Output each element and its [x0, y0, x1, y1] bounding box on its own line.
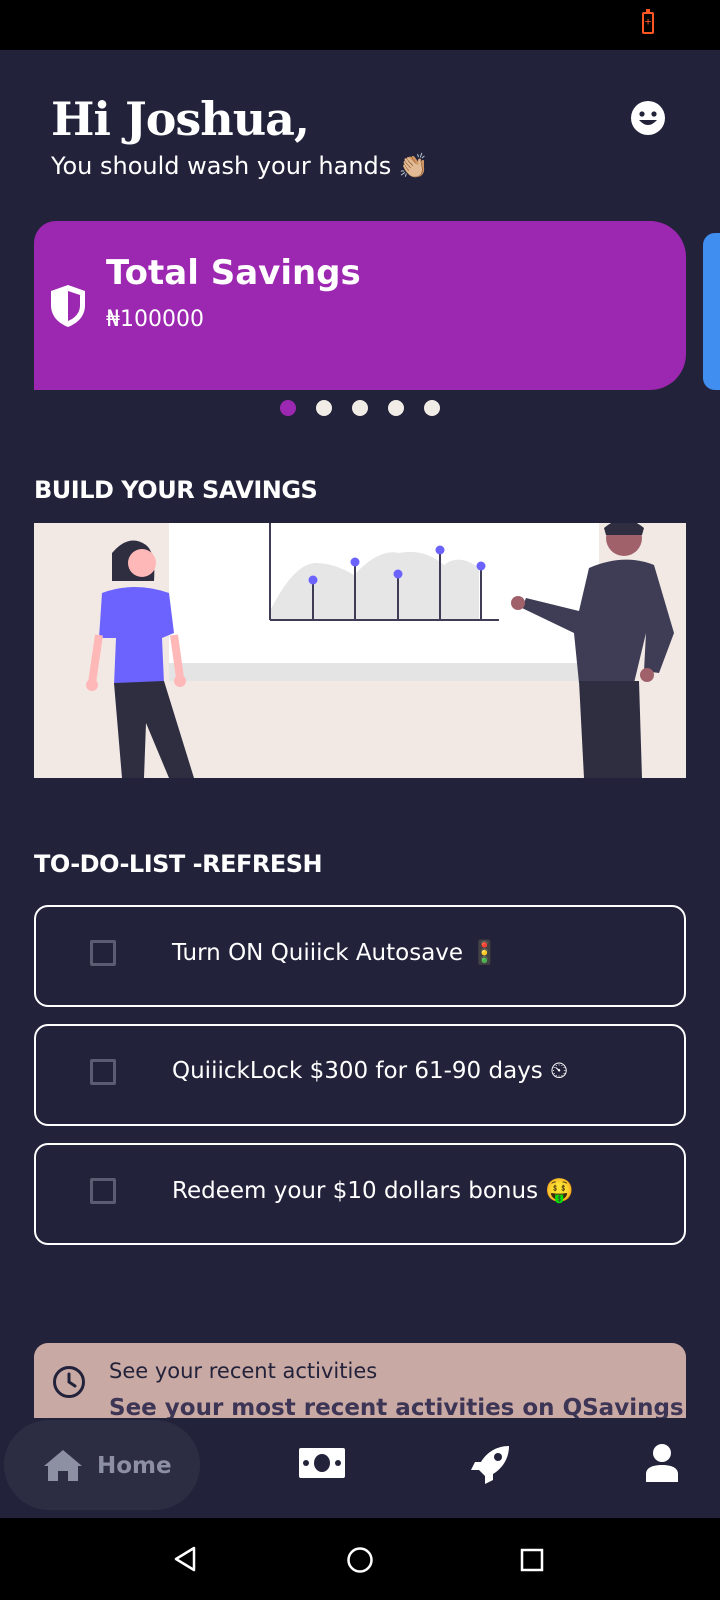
- todo-label: Redeem your $10 dollars bonus 🤑: [172, 1178, 575, 1204]
- next-savings-card[interactable]: [703, 233, 720, 390]
- savings-amount: ₦100000: [106, 307, 204, 332]
- shield-icon: [51, 285, 85, 327]
- todo-heading: TO-DO-LIST -REFRESH: [34, 850, 323, 878]
- nav-home-label: Home: [97, 1453, 172, 1479]
- checkbox[interactable]: [90, 940, 116, 966]
- activity-subtitle: See your most recent activities on QSavi…: [109, 1395, 684, 1418]
- todo-label: Turn ON Quiiick Autosave 🚦: [172, 940, 500, 966]
- greeting-subtitle: You should wash your hands 👏🏼: [51, 152, 429, 180]
- carousel-indicator: [280, 400, 450, 418]
- total-savings-card[interactable]: Total Savings ₦100000: [34, 221, 686, 390]
- checkbox[interactable]: [90, 1178, 116, 1204]
- todo-item[interactable]: QuiiickLock $300 for 61-90 days ⏲: [34, 1024, 686, 1126]
- carousel-dot[interactable]: [280, 400, 296, 416]
- todo-item[interactable]: Turn ON Quiiick Autosave 🚦: [34, 905, 686, 1007]
- carousel-dot[interactable]: [352, 400, 368, 416]
- checkbox[interactable]: [90, 1059, 116, 1085]
- recent-activities-card[interactable]: See your recent activities See your most…: [34, 1343, 686, 1418]
- bottom-navigation: Home: [0, 1418, 720, 1518]
- todo-item[interactable]: Redeem your $10 dollars bonus 🤑: [34, 1143, 686, 1245]
- rocket-icon[interactable]: [471, 1444, 511, 1484]
- savings-illustration: [34, 523, 686, 778]
- carousel-dot[interactable]: [388, 400, 404, 416]
- back-icon[interactable]: [173, 1546, 197, 1572]
- system-navigation-bar: [0, 1518, 720, 1600]
- todo-label: QuiiickLock $300 for 61-90 days ⏲: [172, 1058, 569, 1084]
- recents-icon[interactable]: [520, 1548, 544, 1572]
- carousel-dot[interactable]: [316, 400, 332, 416]
- user-icon[interactable]: [646, 1444, 678, 1482]
- greeting-title: Hi Joshua,: [51, 92, 310, 146]
- savings-title: Total Savings: [106, 253, 361, 293]
- build-savings-heading: BUILD YOUR SAVINGS: [34, 476, 318, 504]
- clock-icon: [53, 1366, 85, 1398]
- activity-title: See your recent activities: [109, 1359, 378, 1383]
- smiley-icon[interactable]: [630, 100, 666, 136]
- home-icon: [44, 1450, 82, 1481]
- status-bar: +: [0, 0, 720, 50]
- money-icon[interactable]: [299, 1448, 345, 1478]
- battery-charging-icon: +: [642, 9, 654, 34]
- carousel-dot[interactable]: [424, 400, 440, 416]
- nav-home-button[interactable]: Home: [4, 1420, 200, 1510]
- home-circle-icon[interactable]: [346, 1546, 374, 1574]
